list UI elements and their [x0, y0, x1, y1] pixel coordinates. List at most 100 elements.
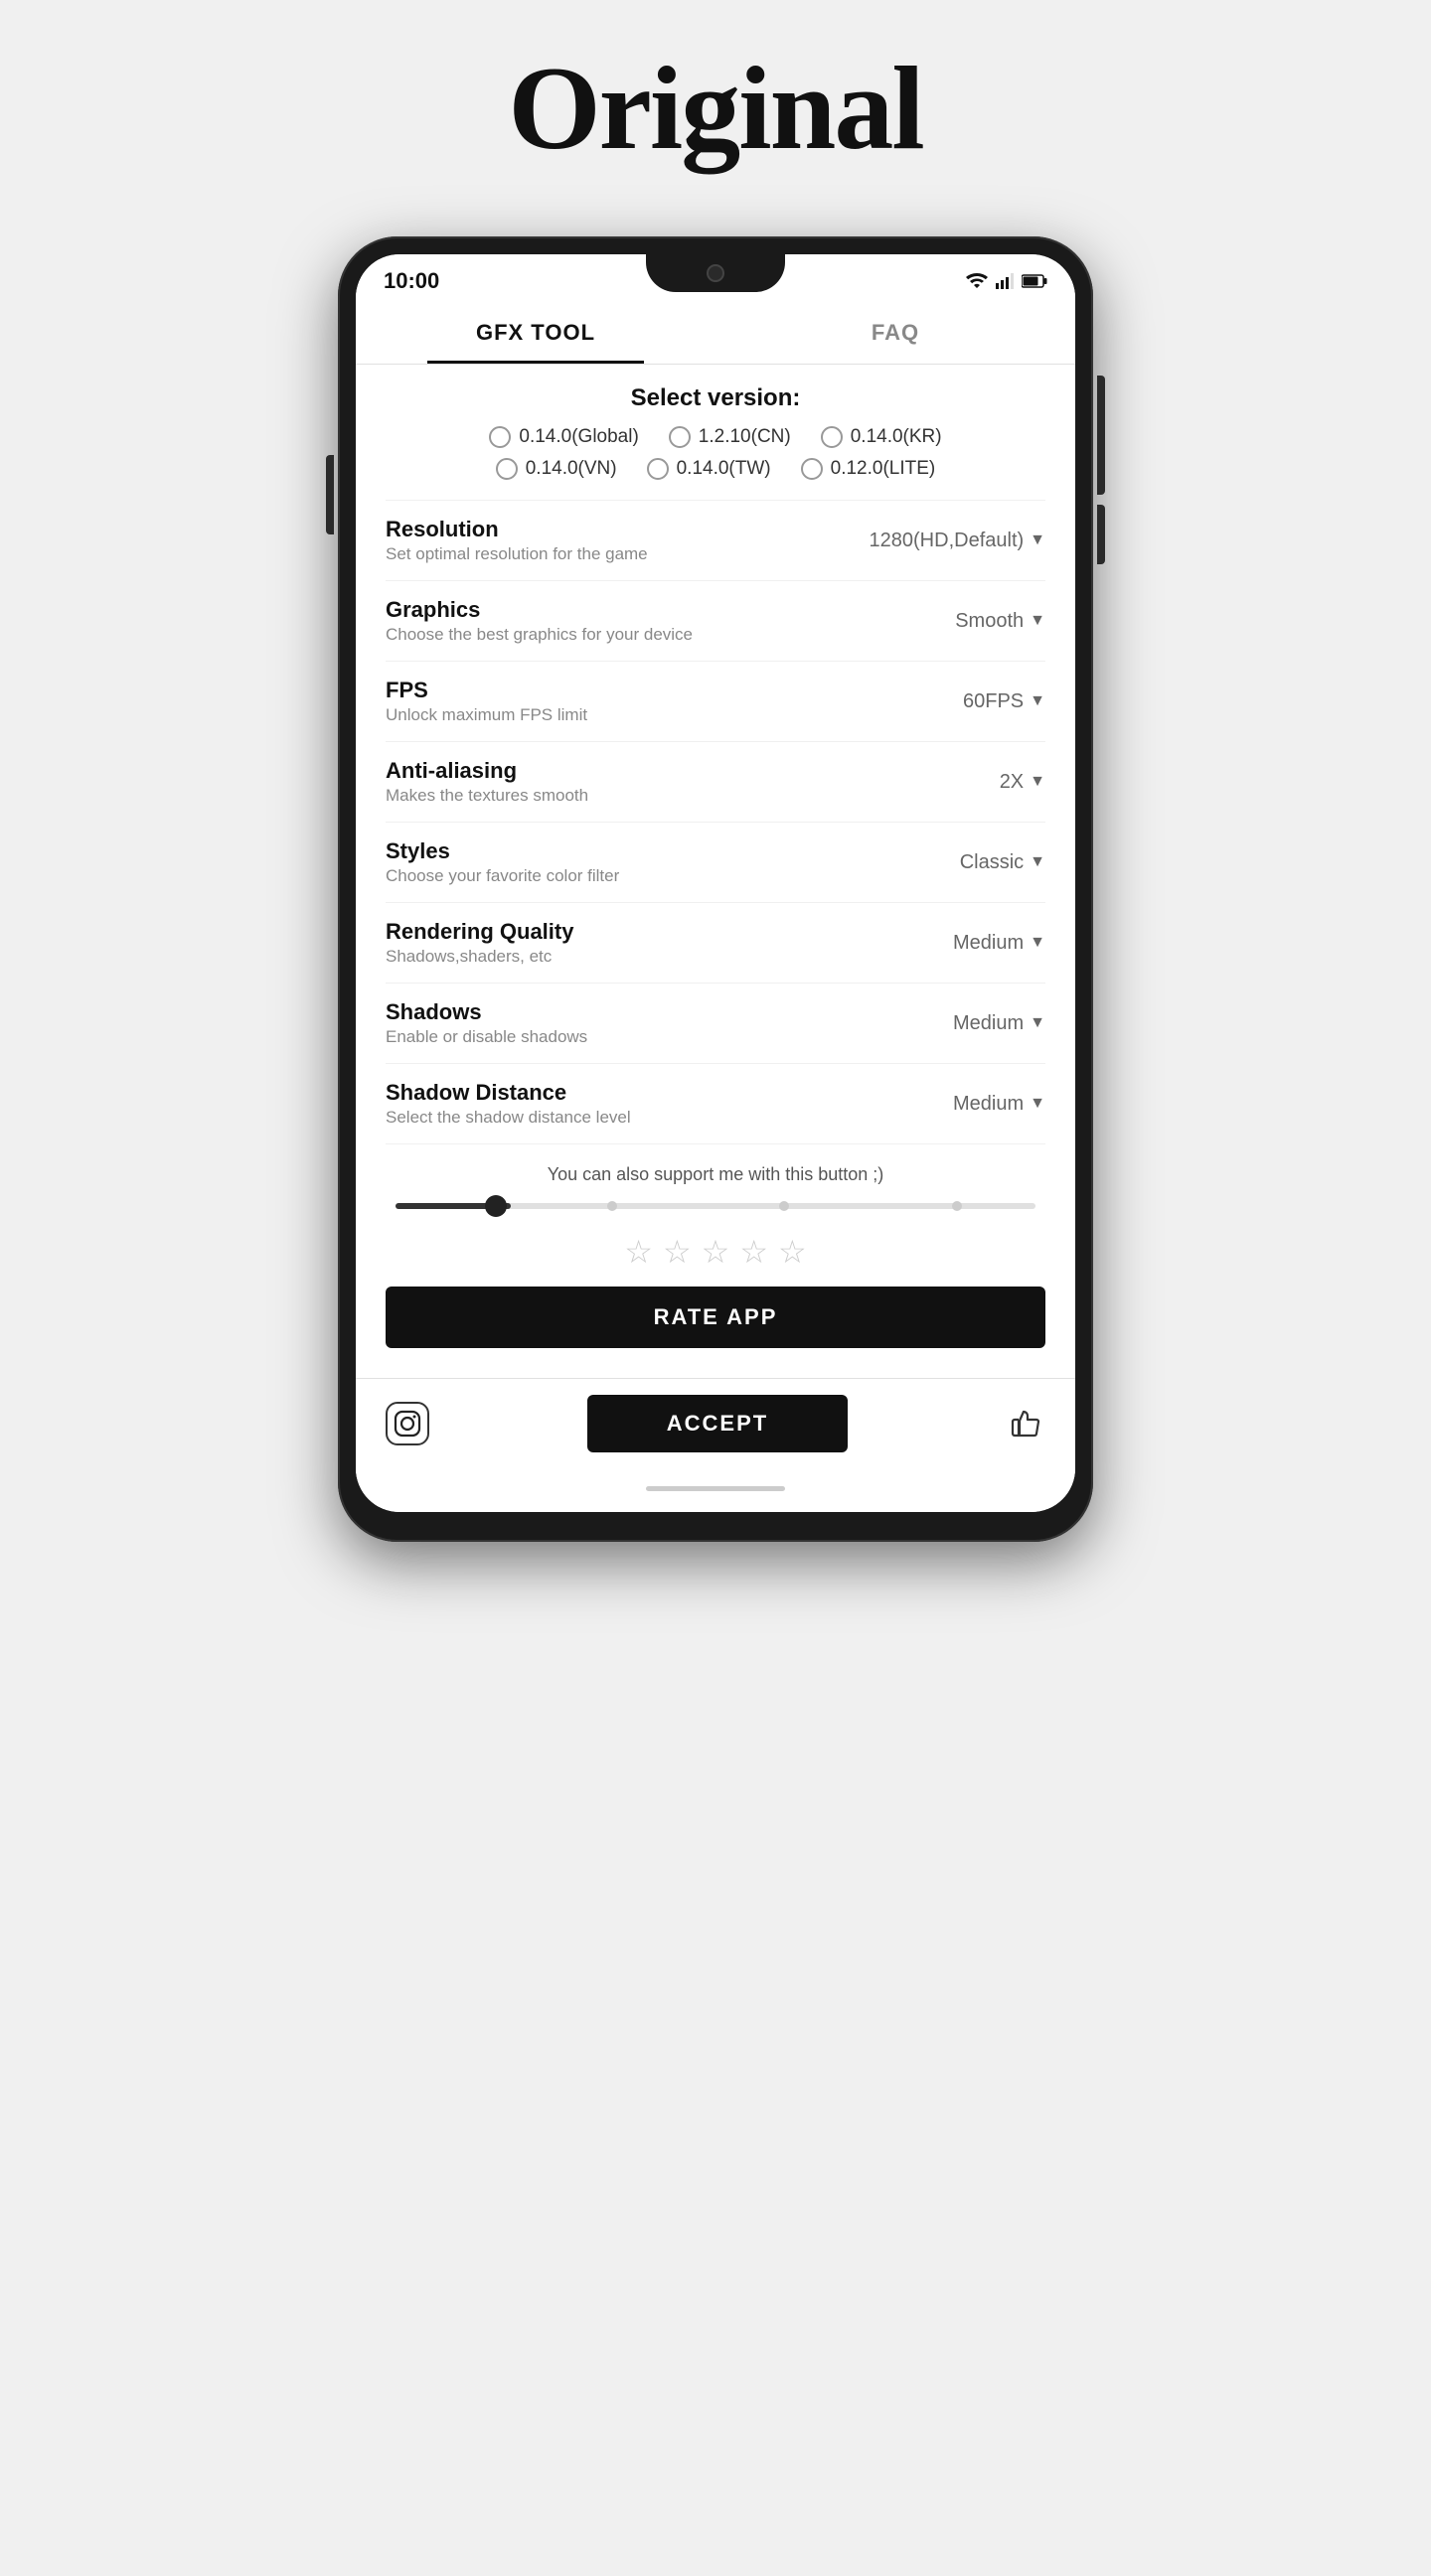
version-option-tw[interactable]: 0.14.0(TW) — [647, 458, 771, 480]
anti-aliasing-dropdown-arrow: ▼ — [1030, 773, 1045, 791]
phone-wrapper: 10:00 — [338, 236, 1093, 1542]
notch — [646, 254, 785, 292]
version-row-1: 0.14.0(Global) 1.2.10(CN) 0.14.0(KR) — [386, 426, 1045, 448]
setting-label-graphics: Graphics Choose the best graphics for yo… — [386, 597, 955, 645]
radio-vn[interactable] — [496, 458, 518, 480]
setting-value-rendering-quality[interactable]: Medium ▼ — [953, 932, 1045, 955]
rendering-quality-dropdown-arrow: ▼ — [1030, 934, 1045, 952]
setting-value-shadow-distance[interactable]: Medium ▼ — [953, 1093, 1045, 1116]
graphics-value-text: Smooth — [955, 610, 1024, 633]
version-option-lite[interactable]: 0.12.0(LITE) — [801, 458, 936, 480]
version-option-global[interactable]: 0.14.0(Global) — [489, 426, 638, 448]
slider[interactable] — [396, 1203, 1035, 1209]
setting-name-styles: Styles — [386, 838, 960, 864]
setting-value-fps[interactable]: 60FPS ▼ — [963, 690, 1045, 713]
radio-cn[interactable] — [669, 426, 691, 448]
setting-value-graphics[interactable]: Smooth ▼ — [955, 610, 1045, 633]
setting-desc-styles: Choose your favorite color filter — [386, 866, 960, 886]
shadows-value-text: Medium — [953, 1012, 1024, 1035]
star-4[interactable]: ☆ — [739, 1233, 768, 1271]
star-3[interactable]: ☆ — [702, 1233, 730, 1271]
bottom-bar: ACCEPT — [356, 1378, 1075, 1468]
volume-button-left — [326, 455, 334, 534]
setting-label-anti-aliasing: Anti-aliasing Makes the textures smooth — [386, 758, 1000, 806]
wifi-icon — [966, 273, 988, 289]
resolution-dropdown-arrow: ▼ — [1030, 531, 1045, 549]
instagram-button[interactable] — [386, 1402, 429, 1445]
star-5[interactable]: ☆ — [778, 1233, 807, 1271]
setting-value-shadows[interactable]: Medium ▼ — [953, 1012, 1045, 1035]
version-label-tw: 0.14.0(TW) — [677, 458, 771, 480]
setting-row-styles: Styles Choose your favorite color filter… — [386, 822, 1045, 902]
setting-row-rendering-quality: Rendering Quality Shadows,shaders, etc M… — [386, 902, 1045, 983]
setting-name-rendering-quality: Rendering Quality — [386, 919, 953, 945]
phone-screen: 10:00 — [356, 254, 1075, 1512]
radio-lite[interactable] — [801, 458, 823, 480]
setting-value-styles[interactable]: Classic ▼ — [960, 851, 1045, 874]
stars-container: ☆ ☆ ☆ ☆ ☆ — [386, 1233, 1045, 1271]
battery-icon — [1022, 274, 1047, 288]
fps-dropdown-arrow: ▼ — [1030, 692, 1045, 710]
radio-tw[interactable] — [647, 458, 669, 480]
version-option-kr[interactable]: 0.14.0(KR) — [821, 426, 942, 448]
setting-name-graphics: Graphics — [386, 597, 955, 623]
setting-label-resolution: Resolution Set optimal resolution for th… — [386, 517, 870, 564]
styles-dropdown-arrow: ▼ — [1030, 853, 1045, 871]
shadow-distance-value-text: Medium — [953, 1093, 1024, 1116]
home-bar — [646, 1486, 785, 1491]
anti-aliasing-value-text: 2X — [1000, 771, 1024, 794]
setting-label-shadow-distance: Shadow Distance Select the shadow distan… — [386, 1080, 953, 1128]
rendering-quality-value-text: Medium — [953, 932, 1024, 955]
radio-kr[interactable] — [821, 426, 843, 448]
setting-label-rendering-quality: Rendering Quality Shadows,shaders, etc — [386, 919, 953, 967]
version-option-cn[interactable]: 1.2.10(CN) — [669, 426, 791, 448]
star-1[interactable]: ☆ — [624, 1233, 653, 1271]
rate-app-button[interactable]: RATE APP — [386, 1287, 1045, 1348]
setting-desc-shadow-distance: Select the shadow distance level — [386, 1108, 953, 1128]
setting-name-fps: FPS — [386, 678, 963, 703]
setting-name-shadows: Shadows — [386, 999, 953, 1025]
version-section-title: Select version: — [386, 365, 1045, 426]
tab-faq[interactable]: FAQ — [716, 302, 1075, 364]
accept-button[interactable]: ACCEPT — [587, 1395, 848, 1452]
power-button — [1097, 376, 1105, 445]
setting-name-resolution: Resolution — [386, 517, 870, 542]
fps-value-text: 60FPS — [963, 690, 1024, 713]
setting-desc-resolution: Set optimal resolution for the game — [386, 544, 870, 564]
version-option-vn[interactable]: 0.14.0(VN) — [496, 458, 617, 480]
setting-row-shadow-distance: Shadow Distance Select the shadow distan… — [386, 1063, 1045, 1143]
version-selector: 0.14.0(Global) 1.2.10(CN) 0.14.0(KR) — [386, 426, 1045, 480]
thumbs-up-button[interactable] — [1006, 1400, 1045, 1448]
resolution-value-text: 1280(HD,Default) — [870, 530, 1025, 552]
version-label-cn: 1.2.10(CN) — [699, 426, 791, 448]
instagram-icon — [392, 1408, 423, 1440]
thumbs-up-icon — [1006, 1400, 1045, 1440]
tabs: GFX TOOL FAQ — [356, 302, 1075, 365]
setting-value-anti-aliasing[interactable]: 2X ▼ — [1000, 771, 1045, 794]
camera — [707, 264, 724, 282]
setting-row-fps: FPS Unlock maximum FPS limit 60FPS ▼ — [386, 661, 1045, 741]
shadows-dropdown-arrow: ▼ — [1030, 1014, 1045, 1032]
support-section: You can also support me with this button… — [386, 1143, 1045, 1378]
status-icons — [966, 273, 1047, 289]
version-label-vn: 0.14.0(VN) — [526, 458, 617, 480]
setting-desc-anti-aliasing: Makes the textures smooth — [386, 786, 1000, 806]
setting-desc-fps: Unlock maximum FPS limit — [386, 705, 963, 725]
setting-row-resolution: Resolution Set optimal resolution for th… — [386, 500, 1045, 580]
version-label-lite: 0.12.0(LITE) — [831, 458, 936, 480]
setting-value-resolution[interactable]: 1280(HD,Default) ▼ — [870, 530, 1045, 552]
setting-desc-rendering-quality: Shadows,shaders, etc — [386, 947, 953, 967]
volume-down-button — [1097, 505, 1105, 564]
home-indicator — [356, 1468, 1075, 1512]
status-bar: 10:00 — [356, 254, 1075, 302]
slider-thumb[interactable] — [485, 1195, 507, 1217]
radio-global[interactable] — [489, 426, 511, 448]
setting-name-shadow-distance: Shadow Distance — [386, 1080, 953, 1106]
version-row-2: 0.14.0(VN) 0.14.0(TW) 0.12.0(LITE) — [386, 458, 1045, 480]
tab-gfx-tool[interactable]: GFX TOOL — [356, 302, 716, 364]
version-label-global: 0.14.0(Global) — [519, 426, 638, 448]
phone-frame: 10:00 — [338, 236, 1093, 1542]
star-2[interactable]: ☆ — [663, 1233, 692, 1271]
setting-desc-shadows: Enable or disable shadows — [386, 1027, 953, 1047]
shadow-distance-dropdown-arrow: ▼ — [1030, 1095, 1045, 1113]
